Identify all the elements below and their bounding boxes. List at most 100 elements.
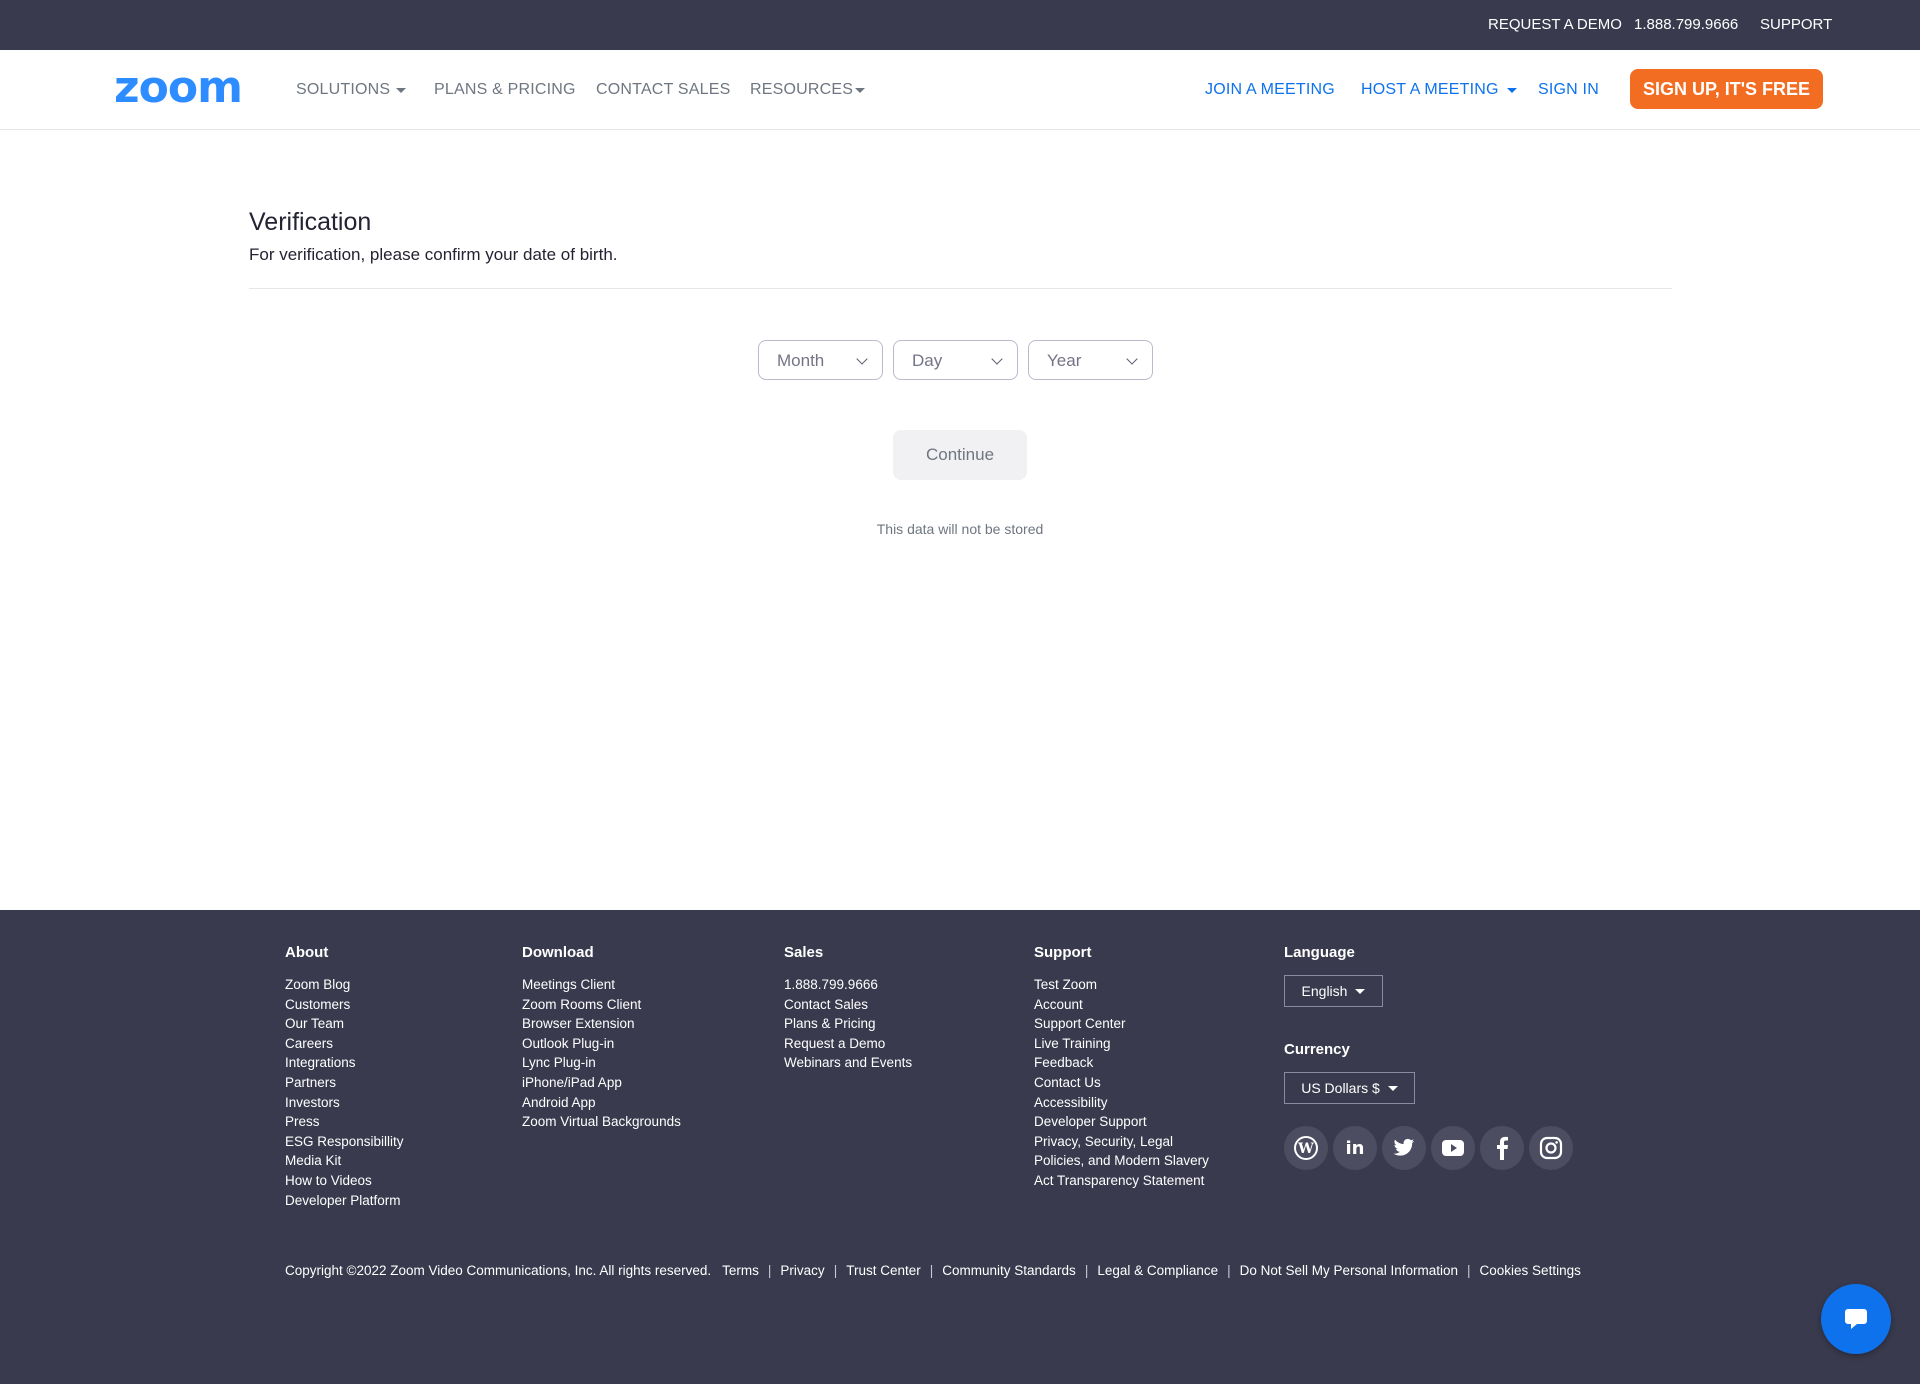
instagram-icon[interactable]	[1529, 1126, 1573, 1170]
footer-link[interactable]: Act Transparency Statement	[1034, 1171, 1209, 1191]
year-select[interactable]: Year	[1028, 340, 1153, 380]
footer-support-heading: Support	[1034, 944, 1092, 961]
caret-down-icon	[396, 87, 407, 93]
footer-link[interactable]: Browser Extension	[522, 1014, 681, 1034]
footer-link[interactable]: Zoom Blog	[285, 975, 404, 995]
day-select[interactable]: Day	[893, 340, 1018, 380]
terms-link[interactable]: Terms	[722, 1263, 759, 1278]
footer-link[interactable]: Investors	[285, 1093, 404, 1113]
nav-sign-in[interactable]: SIGN IN	[1538, 81, 1599, 99]
footer-link[interactable]: Zoom Rooms Client	[522, 995, 681, 1015]
footer-link[interactable]: Test Zoom	[1034, 975, 1209, 995]
footer-link[interactable]: Partners	[285, 1073, 404, 1093]
chat-bubble-icon	[1845, 1309, 1867, 1329]
currency-dropdown-value: US Dollars $	[1301, 1080, 1380, 1096]
footer-link[interactable]: Outlook Plug-in	[522, 1034, 681, 1054]
section-divider	[249, 288, 1672, 289]
footer-link[interactable]: Webinars and Events	[784, 1053, 912, 1073]
year-select-label: Year	[1047, 351, 1082, 370]
page-subtitle: For verification, please confirm your da…	[249, 245, 618, 264]
day-select-label: Day	[912, 351, 943, 370]
currency-dropdown[interactable]: US Dollars $	[1284, 1072, 1415, 1104]
footer-link[interactable]: Account	[1034, 995, 1209, 1015]
separator: |	[1227, 1263, 1231, 1278]
copyright-bar: Copyright ©2022 Zoom Video Communication…	[285, 1263, 1581, 1278]
footer-currency-heading: Currency	[1284, 1041, 1350, 1058]
footer-download-heading: Download	[522, 944, 594, 961]
chevron-down-icon	[991, 353, 1003, 365]
footer-support-column: Support Test Zoom Account Support Center…	[1034, 944, 1209, 1191]
privacy-link[interactable]: Privacy	[780, 1263, 824, 1278]
footer-link[interactable]: Integrations	[285, 1053, 404, 1073]
footer-link[interactable]: ESG Responsibillity	[285, 1132, 404, 1152]
nav-host-meeting-label: HOST A MEETING	[1361, 81, 1499, 98]
footer-link[interactable]: Plans & Pricing	[784, 1014, 912, 1034]
youtube-icon[interactable]	[1431, 1126, 1475, 1170]
nav-solutions[interactable]: SOLUTIONS	[296, 81, 407, 99]
trust-center-link[interactable]: Trust Center	[846, 1263, 921, 1278]
twitter-icon[interactable]	[1382, 1126, 1426, 1170]
separator: |	[767, 1263, 772, 1278]
footer-link[interactable]: Developer Support	[1034, 1112, 1209, 1132]
footer-link[interactable]: Accessibility	[1034, 1093, 1209, 1113]
footer-link[interactable]: Customers	[285, 995, 404, 1015]
zoom-logo[interactable]: zoom	[114, 70, 254, 108]
phone-link[interactable]: 1.888.799.9666	[1634, 16, 1738, 33]
cookies-settings-link[interactable]: Cookies Settings	[1480, 1263, 1581, 1278]
footer-link[interactable]: Press	[285, 1112, 404, 1132]
footer: About Zoom Blog Customers Our Team Caree…	[0, 910, 1920, 1384]
footer-link[interactable]: 1.888.799.9666	[784, 975, 912, 995]
separator: |	[1084, 1263, 1089, 1278]
footer-link[interactable]: iPhone/iPad App	[522, 1073, 681, 1093]
language-dropdown[interactable]: English	[1284, 975, 1383, 1007]
month-select-label: Month	[777, 351, 825, 370]
nav-host-meeting[interactable]: HOST A MEETING	[1361, 81, 1517, 99]
linkedin-icon[interactable]: in	[1333, 1126, 1377, 1170]
request-demo-link[interactable]: REQUEST A DEMO	[1488, 16, 1622, 33]
month-select[interactable]: Month	[758, 340, 883, 380]
caret-down-icon	[1355, 988, 1366, 994]
footer-link[interactable]: Live Training	[1034, 1034, 1209, 1054]
footer-link[interactable]: Our Team	[285, 1014, 404, 1034]
footer-link[interactable]: Feedback	[1034, 1053, 1209, 1073]
footer-sales-heading: Sales	[784, 944, 824, 961]
support-link[interactable]: SUPPORT	[1760, 16, 1832, 33]
continue-button[interactable]: Continue	[893, 430, 1027, 480]
footer-link[interactable]: How to Videos	[285, 1171, 404, 1191]
community-standards-link[interactable]: Community Standards	[942, 1263, 1076, 1278]
footer-about-heading: About	[285, 944, 329, 961]
sign-up-button[interactable]: SIGN UP, IT'S FREE	[1630, 69, 1823, 109]
svg-text:in: in	[1346, 1138, 1365, 1159]
facebook-icon[interactable]	[1480, 1126, 1524, 1170]
footer-link[interactable]: Privacy, Security, Legal	[1034, 1132, 1209, 1152]
nav-resources-label: RESOURCES	[750, 81, 854, 98]
footer-link[interactable]: Request a Demo	[784, 1034, 912, 1054]
footer-link[interactable]: Meetings Client	[522, 975, 681, 995]
nav-solutions-label: SOLUTIONS	[296, 81, 391, 98]
do-not-sell-link[interactable]: Do Not Sell My Personal Information	[1240, 1263, 1458, 1278]
chevron-down-icon	[856, 353, 868, 365]
nav-plans-pricing[interactable]: PLANS & PRICING	[434, 81, 576, 99]
nav-resources[interactable]: RESOURCES	[750, 81, 866, 99]
nav-join-meeting[interactable]: JOIN A MEETING	[1205, 81, 1335, 99]
footer-link[interactable]: Zoom Virtual Backgrounds	[522, 1112, 681, 1132]
footer-link[interactable]: Careers	[285, 1034, 404, 1054]
legal-compliance-link[interactable]: Legal & Compliance	[1097, 1263, 1218, 1278]
footer-sales-column: Sales 1.888.799.9666 Contact Sales Plans…	[784, 944, 912, 1073]
separator: |	[833, 1263, 838, 1278]
footer-link[interactable]: Contact Us	[1034, 1073, 1209, 1093]
footer-link[interactable]: Media Kit	[285, 1151, 404, 1171]
caret-down-icon	[855, 87, 866, 93]
footer-link[interactable]: Support Center	[1034, 1014, 1209, 1034]
page-title: Verification	[249, 208, 372, 236]
footer-link[interactable]: Contact Sales	[784, 995, 912, 1015]
footer-link[interactable]: Policies, and Modern Slavery	[1034, 1151, 1209, 1171]
footer-link[interactable]: Android App	[522, 1093, 681, 1113]
footer-link[interactable]: Lync Plug-in	[522, 1053, 681, 1073]
chat-button[interactable]	[1821, 1284, 1891, 1354]
nav-contact-sales[interactable]: CONTACT SALES	[596, 81, 730, 99]
footer-language-column: Language English Currency US Dollars $	[1284, 944, 1415, 1104]
zoom-logo-text: zoom	[114, 70, 242, 108]
wordpress-icon[interactable]: W	[1284, 1126, 1328, 1170]
footer-link[interactable]: Developer Platform	[285, 1191, 404, 1211]
